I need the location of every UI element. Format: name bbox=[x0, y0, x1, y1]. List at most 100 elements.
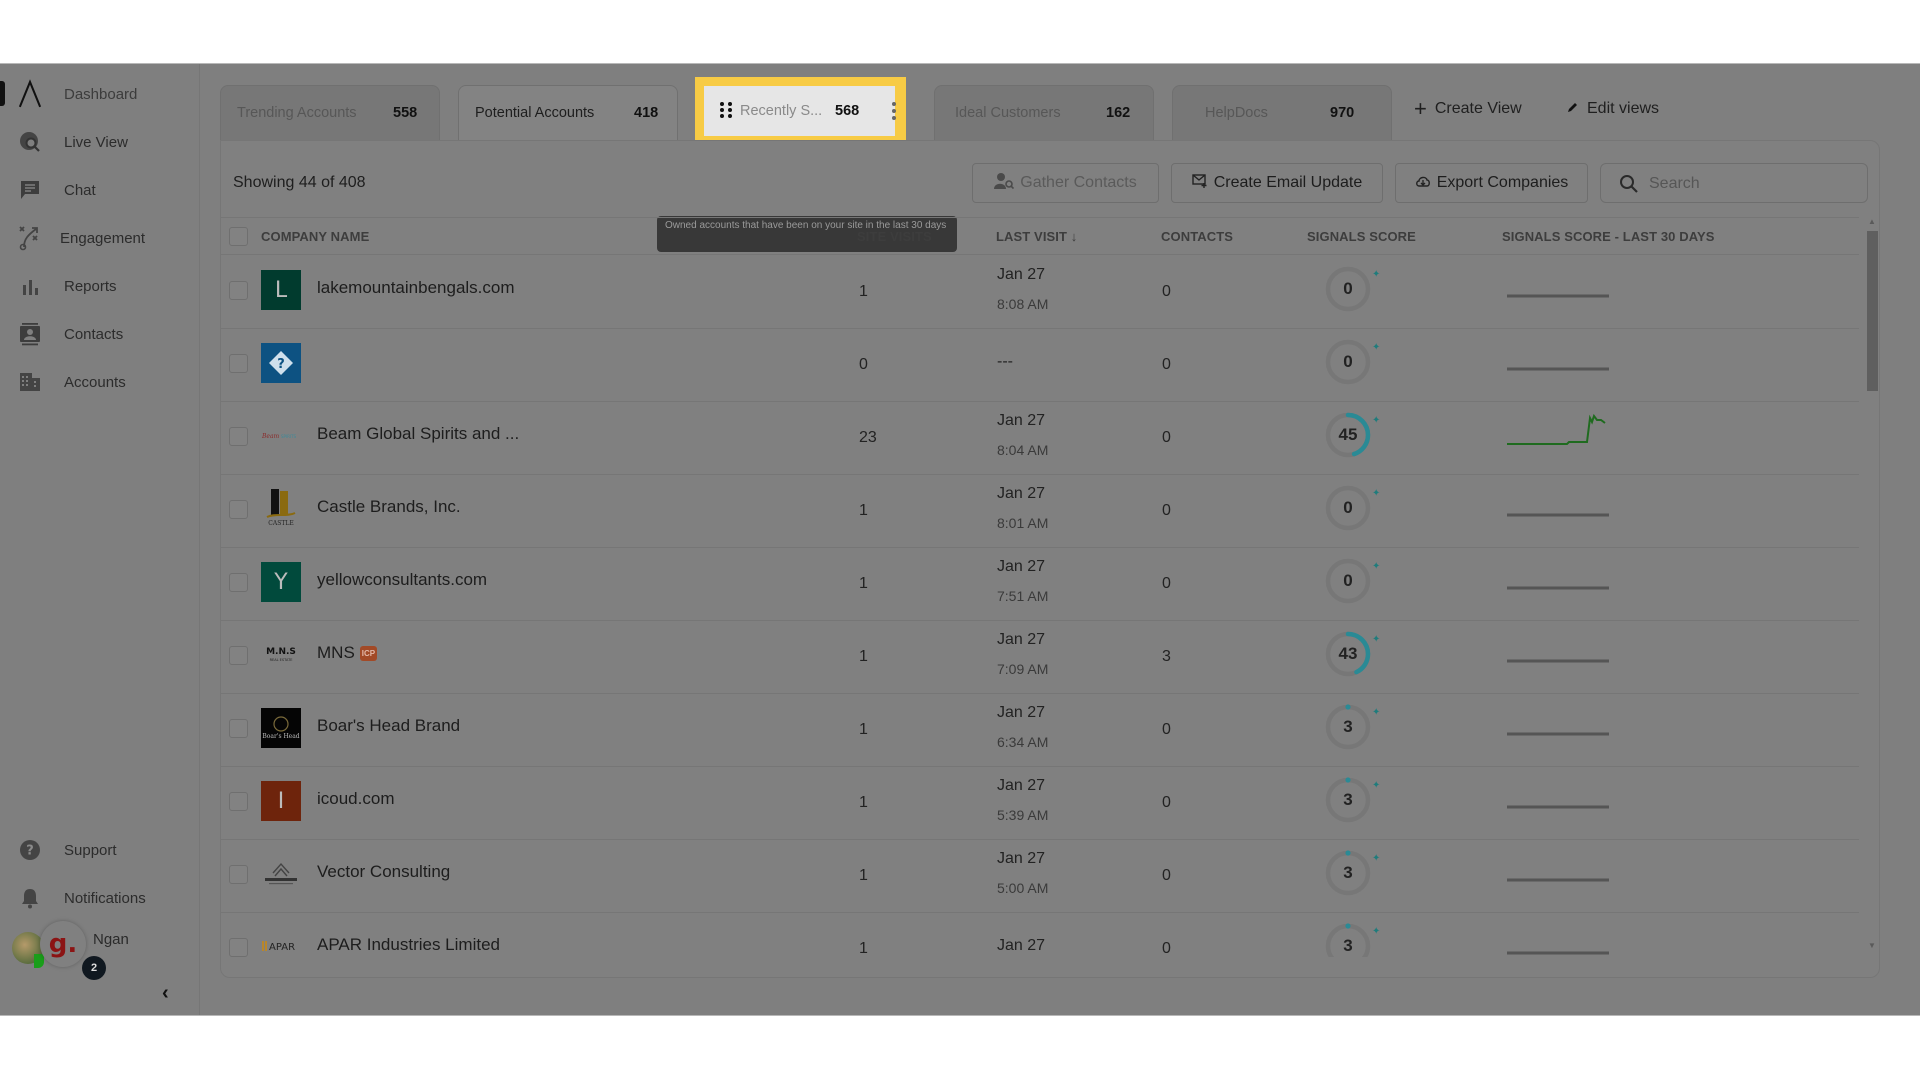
scroll-down-arrow-icon[interactable]: ▼ bbox=[1868, 941, 1876, 950]
app-window: Dashboard Live View Chat Engagement Repo… bbox=[0, 63, 1920, 1016]
edit-views-button[interactable]: Edit views bbox=[1567, 100, 1659, 118]
table-row[interactable]: L lakemountainbengals.com 1 Jan 27 8:08 … bbox=[221, 256, 1859, 329]
column-header-last-visit[interactable]: LAST VISIT ↓ bbox=[996, 229, 1077, 244]
row-checkbox[interactable] bbox=[229, 573, 248, 592]
row-checkbox[interactable] bbox=[229, 281, 248, 300]
signals-score[interactable]: 0 ✦ bbox=[1325, 558, 1380, 610]
accounts-panel: Showing 44 of 408 Gather Contacts Create… bbox=[220, 140, 1880, 978]
score-trend-chart bbox=[1505, 919, 1615, 957]
row-checkbox[interactable] bbox=[229, 938, 248, 957]
sidebar-item-reports[interactable]: Reports bbox=[0, 266, 200, 306]
site-visits: 1 bbox=[859, 721, 868, 738]
tab-trending-accounts[interactable]: Trending Accounts 558 bbox=[220, 85, 440, 140]
create-email-update-button[interactable]: Create Email Update bbox=[1171, 163, 1383, 203]
signals-score[interactable]: 45 ✦ bbox=[1325, 412, 1380, 464]
site-visits: 1 bbox=[859, 502, 868, 519]
user-name: Ngan bbox=[93, 931, 129, 948]
tab-ideal-customers[interactable]: Ideal Customers 162 bbox=[934, 85, 1154, 140]
row-checkbox[interactable] bbox=[229, 865, 248, 884]
signals-score[interactable]: 0 ✦ bbox=[1325, 339, 1381, 391]
table-row[interactable]: Beam SPIRITS Beam Global Spirits and ... … bbox=[221, 402, 1859, 475]
company-name-link[interactable]: icoud.com bbox=[317, 789, 394, 809]
signals-score[interactable]: 43 ✦ bbox=[1325, 631, 1380, 683]
logo-letter: I bbox=[277, 788, 285, 814]
signals-score[interactable]: 3 ✦ bbox=[1325, 923, 1380, 957]
column-header-signals-score-30-days[interactable]: SIGNALS SCORE - LAST 30 DAYS bbox=[1502, 229, 1715, 244]
sidebar-item-engagement[interactable]: Engagement bbox=[0, 218, 200, 258]
select-all-checkbox[interactable] bbox=[229, 227, 248, 246]
table-row[interactable]: M.N.S REAL ESTATE MNS ICP 1 Jan 27 7:09 AM… bbox=[221, 621, 1859, 694]
company-name-link[interactable]: Castle Brands, Inc. bbox=[317, 497, 461, 517]
score-value: 45 bbox=[1338, 425, 1358, 444]
kebab-menu-icon[interactable] bbox=[892, 102, 896, 120]
row-checkbox[interactable] bbox=[229, 427, 248, 446]
company-name-link[interactable]: Boar's Head Brand bbox=[317, 716, 460, 736]
score-value: 0 bbox=[1343, 498, 1353, 517]
column-header-signals-score[interactable]: SIGNALS SCORE bbox=[1307, 229, 1416, 244]
user-profile[interactable]: Ngan g. 2 bbox=[12, 921, 192, 984]
tab-helpdocs[interactable]: HelpDocs 970 bbox=[1172, 85, 1392, 140]
company-name-link[interactable]: yellowconsultants.com bbox=[317, 570, 487, 590]
row-checkbox[interactable] bbox=[229, 646, 248, 665]
sidebar-item-contacts[interactable]: Contacts bbox=[0, 314, 200, 354]
company-logo: Y bbox=[261, 562, 301, 602]
row-checkbox[interactable] bbox=[229, 500, 248, 519]
row-checkbox[interactable] bbox=[229, 792, 248, 811]
gather-contacts-button[interactable]: Gather Contacts bbox=[972, 163, 1159, 203]
collapse-sidebar-button[interactable]: ‹ bbox=[162, 982, 169, 1005]
sidebar-item-chat[interactable]: Chat bbox=[0, 170, 200, 210]
table-row[interactable]: Vector Consulting 1 Jan 27 5:00 AM 0 3 ✦ bbox=[221, 840, 1859, 913]
table-header: COMPANY NAME SITE VISITS LAST VISIT ↓ CO… bbox=[221, 217, 1859, 255]
export-companies-button[interactable]: Export Companies bbox=[1395, 163, 1588, 203]
chat-widget-bubble[interactable]: g. bbox=[40, 921, 86, 967]
table-row[interactable]: I icoud.com 1 Jan 27 5:39 AM 0 3 ✦ bbox=[221, 767, 1859, 840]
drag-handle-icon[interactable] bbox=[720, 102, 733, 118]
contacts-count: 0 bbox=[1162, 502, 1171, 519]
table-scrollbar[interactable]: ▲ ▼ bbox=[1866, 217, 1878, 957]
table-row[interactable]: Y yellowconsultants.com 1 Jan 27 7:51 AM… bbox=[221, 548, 1859, 621]
table-row[interactable]: CASTLE Castle Brands, Inc. 1 Jan 27 8:01… bbox=[221, 475, 1859, 548]
sparkline-flat bbox=[1507, 878, 1609, 882]
sidebar-item-live-view[interactable]: Live View bbox=[0, 122, 200, 162]
company-name-link[interactable]: APAR Industries Limited bbox=[317, 935, 500, 955]
site-visits: 1 bbox=[859, 940, 868, 957]
company-name-link[interactable]: Beam Global Spirits and ... bbox=[317, 424, 519, 444]
tab-potential-accounts[interactable]: Potential Accounts 418 bbox=[458, 85, 678, 140]
row-checkbox[interactable] bbox=[229, 719, 248, 738]
row-checkbox[interactable] bbox=[229, 354, 248, 373]
signals-score[interactable]: 0 ✦ bbox=[1325, 266, 1380, 318]
signals-score[interactable]: 3 ✦ bbox=[1325, 777, 1380, 829]
company-name-link[interactable]: MNS ICP bbox=[317, 643, 378, 663]
create-view-button[interactable]: + Create View bbox=[1414, 98, 1522, 120]
company-name-link[interactable]: lakemountainbengals.com bbox=[317, 278, 515, 298]
tab-recently-seen[interactable]: Recently S... 568 bbox=[704, 86, 896, 136]
column-header-contacts[interactable]: CONTACTS bbox=[1161, 229, 1233, 244]
company-name-link[interactable]: Vector Consulting bbox=[317, 862, 450, 882]
sidebar-item-support[interactable]: ? Support bbox=[0, 830, 200, 870]
score-value: 0 bbox=[1343, 352, 1353, 371]
table-row[interactable]: Boar's Head Boar's Head Brand 1 Jan 27 6… bbox=[221, 694, 1859, 767]
score-trend-chart bbox=[1505, 846, 1615, 896]
chevron-left-icon: ‹ bbox=[162, 982, 169, 1004]
contacts-count: 0 bbox=[1162, 356, 1171, 373]
table-row[interactable]: APAR APAR Industries Limited 1 Jan 27 0 … bbox=[221, 913, 1859, 957]
scroll-up-arrow-icon[interactable]: ▲ bbox=[1868, 217, 1876, 226]
last-visit-time: 8:08 AM bbox=[997, 296, 1049, 312]
tab-count: 970 bbox=[1330, 105, 1355, 121]
score-value: 0 bbox=[1343, 279, 1353, 298]
signals-score[interactable]: 3 ✦ bbox=[1325, 850, 1380, 902]
sidebar-item-dashboard[interactable]: Dashboard bbox=[0, 74, 200, 114]
column-header-company-name[interactable]: COMPANY NAME bbox=[261, 229, 369, 244]
column-header-site-visits[interactable]: SITE VISITS bbox=[857, 229, 932, 244]
search-input[interactable] bbox=[1649, 173, 1849, 195]
sidebar-item-notifications[interactable]: Notifications bbox=[0, 878, 200, 918]
search-box[interactable] bbox=[1600, 163, 1868, 203]
signals-score[interactable]: 0 ✦ bbox=[1325, 485, 1380, 537]
sidebar-item-label: Reports bbox=[64, 277, 117, 295]
sparkle-icon: ✦ bbox=[1372, 342, 1381, 353]
table-row[interactable]: ? 0 --- 0 0 ✦ bbox=[221, 329, 1859, 402]
cloud-download-icon bbox=[1415, 174, 1431, 193]
signals-score[interactable]: 3 ✦ bbox=[1325, 704, 1380, 756]
scroll-thumb[interactable] bbox=[1867, 231, 1878, 391]
sidebar-item-accounts[interactable]: Accounts bbox=[0, 362, 200, 402]
